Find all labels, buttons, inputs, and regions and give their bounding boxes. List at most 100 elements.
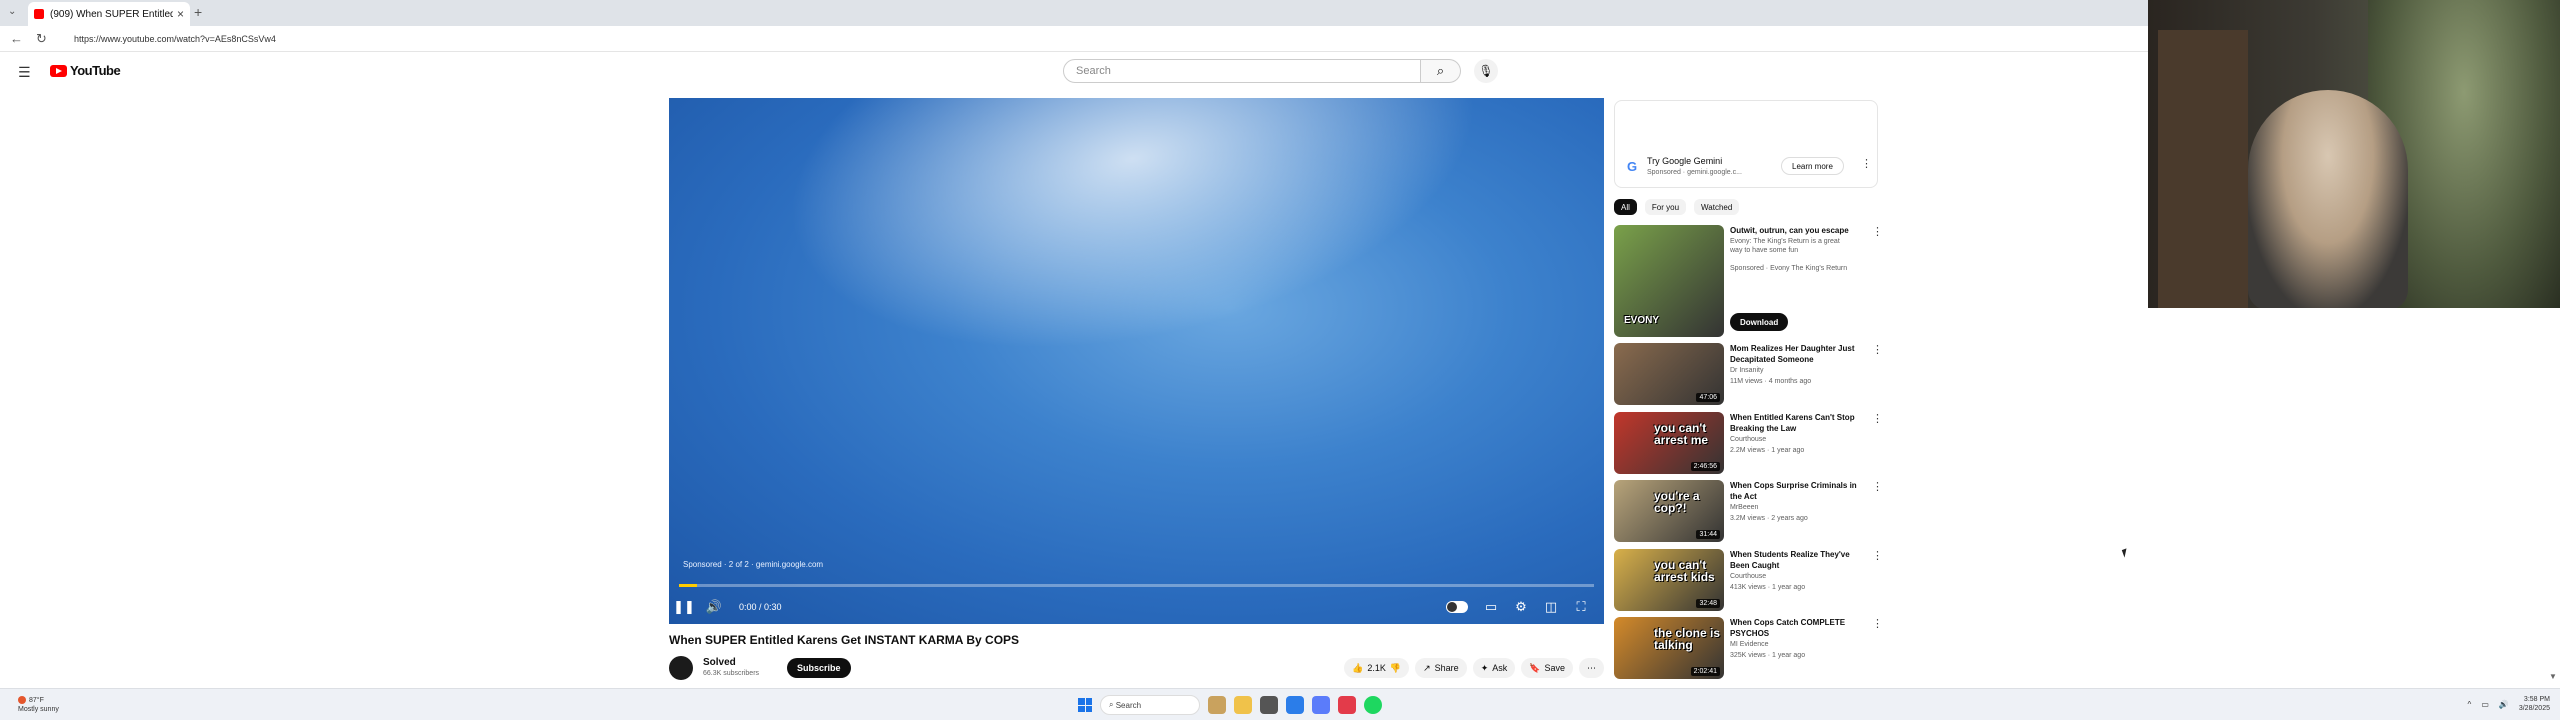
video-thumbnail[interactable]: 47:06 xyxy=(1614,343,1724,405)
video-thumbnail[interactable]: EVONY xyxy=(1614,225,1724,337)
rec-more-icon[interactable]: ⋮ xyxy=(1872,412,1883,425)
ask-button[interactable]: ✦ Ask xyxy=(1472,658,1516,678)
channel-avatar[interactable] xyxy=(669,656,693,680)
menu-icon[interactable]: ☰ xyxy=(18,64,31,81)
rec-title[interactable]: Outwit, outrun, can you escape xyxy=(1730,225,1868,236)
list-item[interactable]: you're a cop?! 31:44 When Cops Surprise … xyxy=(1614,480,1884,544)
channel-row: Solved 66.3K subscribers Subscribe 👍 2.1… xyxy=(669,656,1604,682)
media-app-icon[interactable] xyxy=(1338,696,1356,714)
channel-name[interactable]: Solved xyxy=(703,657,736,668)
rec-more-icon[interactable]: ⋮ xyxy=(1872,617,1883,630)
miniplayer-icon[interactable]: ◫ xyxy=(1536,599,1566,615)
subtitles-icon[interactable]: ▭ xyxy=(1476,599,1506,615)
chip-for-you[interactable]: For you xyxy=(1644,199,1687,215)
chrome-browser-icon[interactable] xyxy=(1286,696,1304,714)
clock-time: 3:58 PM xyxy=(2523,696,2550,703)
terminal-icon[interactable] xyxy=(1260,696,1278,714)
rec-channel: Courthouse xyxy=(1730,573,1767,580)
voice-search-button[interactable]: 🎙 xyxy=(1474,59,1498,83)
list-item[interactable]: EVONY Outwit, outrun, can you escape Evo… xyxy=(1614,225,1884,337)
tray-chevron-icon[interactable]: ^ xyxy=(2468,700,2472,709)
video-thumbnail[interactable]: the clone is talking 2:02:41 xyxy=(1614,617,1724,679)
taskbar-search[interactable]: ⌕ Search xyxy=(1100,695,1200,715)
save-button[interactable]: 🔖 Save xyxy=(1521,658,1573,678)
rec-more-icon[interactable]: ⋮ xyxy=(1872,225,1883,238)
video-thumbnail[interactable]: you can't arrest me 2:46:56 xyxy=(1614,412,1724,474)
volume-icon[interactable]: 🔊 xyxy=(699,599,729,615)
search-input[interactable]: Search xyxy=(1063,59,1421,83)
weather-widget[interactable]: 87°F Mostly sunny xyxy=(18,696,59,714)
list-item[interactable]: the clone is talking 2:02:41 When Cops C… xyxy=(1614,617,1884,681)
windows-start-icon[interactable] xyxy=(1078,698,1092,712)
youtube-logo[interactable]: YouTube xyxy=(50,63,121,78)
video-thumbnail[interactable]: you can't arrest kids 32:48 xyxy=(1614,549,1724,611)
webcam-background-door xyxy=(2158,30,2248,308)
share-button[interactable]: ↗ Share xyxy=(1415,658,1467,678)
back-icon[interactable]: ← xyxy=(10,31,26,46)
volume-icon[interactable]: 🔊 xyxy=(2499,700,2509,709)
rec-meta: 325K views · 1 year ago xyxy=(1730,652,1806,659)
save-label: Save xyxy=(1544,663,1565,673)
more-horizontal-icon: ⋯ xyxy=(1587,662,1596,673)
sponsored-ad-card[interactable]: G Try Google Gemini Sponsored · gemini.g… xyxy=(1614,100,1878,188)
thumbs-up-icon: 👍 xyxy=(1352,662,1364,673)
rec-title[interactable]: When Cops Surprise Criminals in the Act xyxy=(1730,480,1868,502)
search-icon: ⌕ xyxy=(1109,700,1116,709)
chip-all[interactable]: All xyxy=(1614,199,1637,215)
url-field[interactable]: https://www.youtube.com/watch?v=AEs8nCSs… xyxy=(74,34,276,44)
tab-close-icon[interactable]: × xyxy=(177,7,184,21)
learn-more-button[interactable]: Learn more xyxy=(1781,157,1844,175)
list-item[interactable]: 47:06 Mom Realizes Her Daughter Just Dec… xyxy=(1614,343,1884,407)
browser-tab-bar: ⌄ (909) When SUPER Entitled K × + xyxy=(0,0,2148,26)
thumbnail-caption: you're a cop?! xyxy=(1654,489,1700,515)
video-thumbnail[interactable]: you're a cop?! 31:44 xyxy=(1614,480,1724,542)
list-item[interactable]: you can't arrest me 2:46:56 When Entitle… xyxy=(1614,412,1884,476)
list-item[interactable]: you can't arrest kids 32:48 When Student… xyxy=(1614,549,1884,613)
rec-more-icon[interactable]: ⋮ xyxy=(1872,480,1883,493)
rec-more-icon[interactable]: ⋮ xyxy=(1872,343,1883,356)
mouse-cursor-icon xyxy=(2121,548,2130,558)
scroll-down-arrow-icon[interactable]: ▼ xyxy=(2549,672,2557,681)
ask-label: Ask xyxy=(1492,663,1508,673)
like-button[interactable]: 👍 2.1K 👎 xyxy=(1344,658,1410,678)
download-button[interactable]: Download xyxy=(1730,313,1789,331)
google-logo-icon: G xyxy=(1627,159,1638,174)
sponsored-label[interactable]: Sponsored · 2 of 2 · gemini.google.com xyxy=(683,560,823,569)
ad-title: Try Google Gemini xyxy=(1647,156,1723,166)
chip-watched[interactable]: Watched xyxy=(1694,199,1740,215)
autoplay-toggle[interactable] xyxy=(1446,601,1468,613)
rec-title[interactable]: When Entitled Karens Can't Stop Breaking… xyxy=(1730,412,1868,434)
discord-icon[interactable] xyxy=(1312,696,1330,714)
fullscreen-icon[interactable]: ⛶ xyxy=(1566,599,1596,615)
pause-icon[interactable]: ❚❚ xyxy=(669,599,699,615)
settings-gear-icon[interactable]: ⚙ xyxy=(1506,599,1536,615)
tab-menu-icon[interactable]: ⌄ xyxy=(8,6,16,17)
share-icon: ↗ xyxy=(1423,662,1431,673)
rec-more-icon[interactable]: ⋮ xyxy=(1872,549,1883,562)
tab-title: (909) When SUPER Entitled K xyxy=(50,8,173,20)
subscribe-button[interactable]: Subscribe xyxy=(787,658,851,678)
rec-channel: Evony: The King's Return is a great way … xyxy=(1730,238,1840,254)
new-tab-button[interactable]: + xyxy=(194,4,202,20)
thumbs-down-icon[interactable]: 👎 xyxy=(1390,663,1401,674)
youtube-play-icon xyxy=(50,64,67,77)
reload-icon[interactable]: ↻ xyxy=(36,31,52,47)
video-player[interactable]: Sponsored · 2 of 2 · gemini.google.com ❚… xyxy=(669,98,1604,624)
search-button[interactable]: ⌕ xyxy=(1421,59,1461,83)
microphone-icon: 🎙 xyxy=(1478,64,1494,78)
clock[interactable]: 3:58 PM 3/28/2025 xyxy=(2519,695,2550,713)
rec-title[interactable]: When Cops Catch COMPLETE PSYCHOS xyxy=(1730,617,1868,639)
file-explorer-icon[interactable] xyxy=(1234,696,1252,714)
progress-bar[interactable] xyxy=(679,584,1594,587)
spotify-icon[interactable] xyxy=(1364,696,1382,714)
game-app-icon[interactable] xyxy=(1208,696,1226,714)
ad-more-icon[interactable]: ⋮ xyxy=(1861,157,1872,170)
sparkle-icon: ✦ xyxy=(1480,662,1489,673)
rec-channel: MrBeeen xyxy=(1730,504,1759,511)
rec-title[interactable]: Mom Realizes Her Daughter Just Decapitat… xyxy=(1730,343,1868,365)
browser-tab[interactable]: (909) When SUPER Entitled K × xyxy=(28,2,190,26)
rec-channel: MI Evidence xyxy=(1730,641,1769,648)
network-icon[interactable]: ▭ xyxy=(2481,700,2489,709)
more-actions-button[interactable]: ⋯ xyxy=(1579,658,1604,678)
rec-title[interactable]: When Students Realize They've Been Caugh… xyxy=(1730,549,1868,571)
